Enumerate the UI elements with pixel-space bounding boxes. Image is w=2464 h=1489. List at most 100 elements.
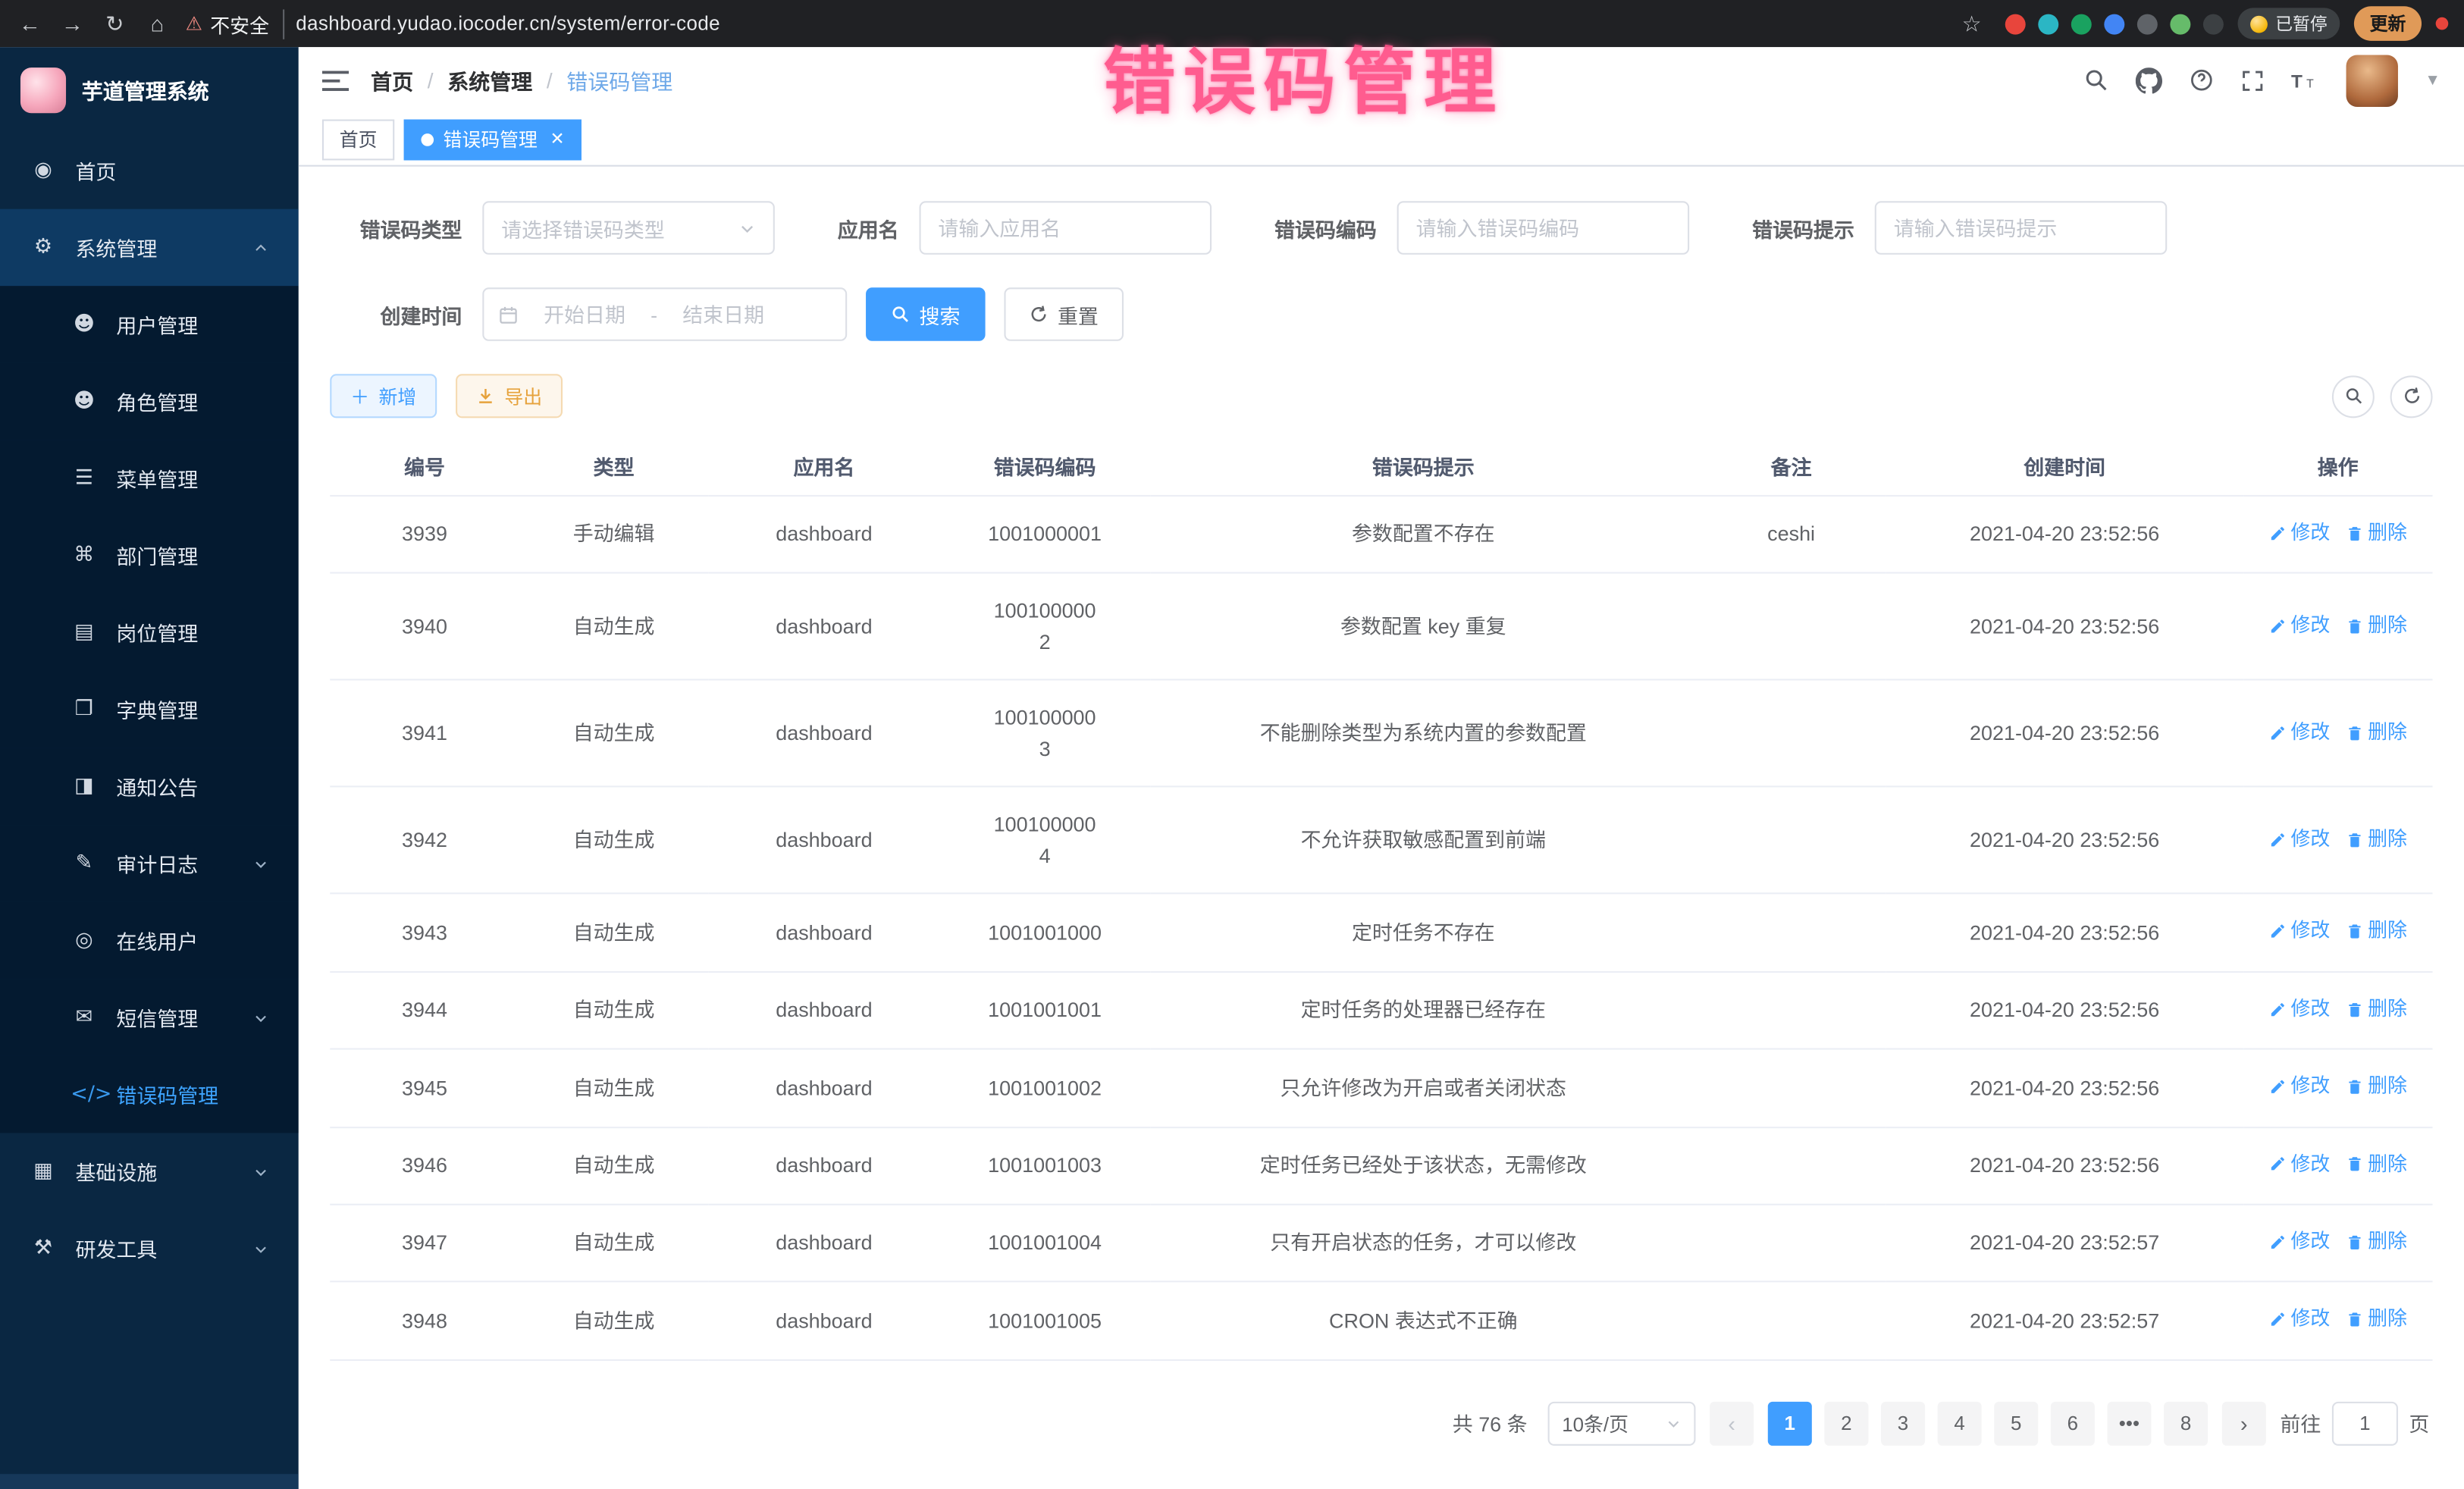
export-button[interactable]: 导出	[456, 374, 563, 418]
browser-extension-icon[interactable]	[2104, 14, 2124, 34]
page-button-2[interactable]: 2	[1824, 1401, 1868, 1445]
tab-home[interactable]: 首页	[322, 118, 394, 159]
close-icon[interactable]: ✕	[550, 129, 565, 149]
error-msg-input[interactable]	[1894, 216, 2149, 240]
sidebar-item-notice[interactable]: ◨通知公告	[0, 748, 299, 826]
next-page-button[interactable]: ›	[2222, 1401, 2266, 1445]
sidebar-item-user-management[interactable]: ☻用户管理	[0, 286, 299, 363]
fullscreen-icon[interactable]	[2241, 68, 2265, 92]
paused-badge[interactable]: 已暂停	[2238, 8, 2340, 39]
github-icon[interactable]	[2136, 67, 2162, 93]
app-name-input[interactable]	[938, 216, 1193, 240]
edit-link[interactable]: 修改	[2268, 1305, 2330, 1334]
page-button-8[interactable]: 8	[2164, 1401, 2208, 1445]
user-avatar[interactable]	[2346, 55, 2398, 106]
sidebar-item-dict-management[interactable]: ❐字典管理	[0, 671, 299, 748]
page-button-6[interactable]: 6	[2051, 1401, 2095, 1445]
delete-link[interactable]: 删除	[2346, 1227, 2407, 1257]
sidebar-item-infrastructure[interactable]: ▦基础设施	[0, 1133, 299, 1210]
search-icon[interactable]	[2084, 67, 2109, 92]
edit-link[interactable]: 修改	[2268, 917, 2330, 946]
refresh-table-button[interactable]	[2390, 375, 2433, 417]
sidebar-collapse-bar[interactable]	[0, 1474, 299, 1489]
add-button[interactable]: ＋新增	[330, 374, 437, 418]
end-date-input[interactable]	[667, 303, 780, 326]
page-button-3[interactable]: 3	[1881, 1401, 1925, 1445]
delete-link[interactable]: 删除	[2346, 611, 2407, 641]
dashboard-icon: ◉	[30, 158, 56, 182]
help-icon[interactable]	[2189, 67, 2214, 92]
address-bar[interactable]: ⚠不安全 dashboard.yudao.iocoder.cn/system/e…	[186, 8, 1982, 38]
page-button-4[interactable]: 4	[1938, 1401, 1982, 1445]
goto-page-input[interactable]	[2332, 1401, 2398, 1445]
edit-link[interactable]: 修改	[2268, 995, 2330, 1024]
edit-link[interactable]: 修改	[2268, 611, 2330, 641]
delete-link[interactable]: 删除	[2346, 995, 2407, 1024]
browser-extension-icon[interactable]	[2038, 14, 2058, 34]
delete-link[interactable]: 删除	[2346, 519, 2407, 548]
browser-extension-icon[interactable]	[2170, 14, 2190, 34]
delete-link[interactable]: 删除	[2346, 1149, 2407, 1179]
toggle-search-button[interactable]	[2332, 375, 2375, 417]
search-button[interactable]: 搜索	[866, 287, 986, 340]
page-size-select[interactable]: 10条/页	[1548, 1401, 1696, 1445]
sidebar-item-role-management[interactable]: ☻角色管理	[0, 363, 299, 440]
error-code-input[interactable]	[1416, 216, 1671, 240]
back-icon[interactable]: ←	[16, 11, 44, 36]
prev-page-button[interactable]: ‹	[1710, 1401, 1754, 1445]
logo[interactable]: 芋道管理系统	[0, 47, 299, 132]
book-icon: ❐	[71, 697, 97, 721]
reset-button[interactable]: 重置	[1004, 287, 1124, 340]
home-icon[interactable]: ⌂	[143, 11, 171, 36]
puzzle-extension-icon[interactable]	[2203, 14, 2224, 34]
page-button-1[interactable]: 1	[1768, 1401, 1812, 1445]
page-content: 错误码类型 请选择错误码类型 应用名 错误码编码	[299, 167, 2464, 1489]
start-date-input[interactable]	[528, 303, 641, 326]
cell-app: dashboard	[708, 971, 939, 1049]
delete-link[interactable]: 删除	[2346, 1072, 2407, 1102]
hamburger-icon[interactable]	[322, 68, 349, 92]
sidebar-item-home[interactable]: ◉首页	[0, 132, 299, 209]
font-size-icon[interactable]: TT	[2291, 68, 2319, 92]
browser-extension-icon[interactable]	[2071, 14, 2092, 34]
browser-extension-icon[interactable]	[2137, 14, 2158, 34]
delete-link[interactable]: 删除	[2346, 718, 2407, 748]
notification-dot	[2436, 17, 2449, 30]
delete-link[interactable]: 删除	[2346, 1305, 2407, 1334]
sidebar-item-online-users[interactable]: ◎在线用户	[0, 902, 299, 980]
more-pages-button[interactable]: •••	[2107, 1401, 2151, 1445]
sidebar-item-menu-management[interactable]: ☰菜单管理	[0, 440, 299, 517]
sidebar-item-dev-tools[interactable]: ⚒研发工具	[0, 1210, 299, 1287]
sidebar-item-system-management[interactable]: ⚙系统管理	[0, 209, 299, 287]
update-button[interactable]: 更新	[2354, 6, 2422, 41]
date-range-picker[interactable]: -	[482, 287, 847, 340]
breadcrumb-item[interactable]: 首页	[371, 64, 413, 96]
reload-icon[interactable]: ↻	[101, 10, 129, 36]
forward-icon[interactable]: →	[58, 11, 86, 36]
edit-link[interactable]: 修改	[2268, 1072, 2330, 1102]
url-text[interactable]: dashboard.yudao.iocoder.cn/system/error-…	[296, 13, 720, 35]
edit-link[interactable]: 修改	[2268, 825, 2330, 854]
filter-row-2: 创建时间 - 搜索 重置	[330, 287, 2432, 340]
delete-link[interactable]: 删除	[2346, 917, 2407, 946]
sidebar-item-audit-log[interactable]: ✎审计日志	[0, 825, 299, 902]
edit-link[interactable]: 修改	[2268, 718, 2330, 748]
sidebar-item-dept-management[interactable]: ⌘部门管理	[0, 517, 299, 594]
delete-link[interactable]: 删除	[2346, 825, 2407, 854]
security-warning[interactable]: ⚠不安全	[186, 8, 285, 38]
tab-error-code[interactable]: 错误码管理✕	[404, 118, 582, 159]
badge-icon: ▤	[71, 621, 97, 644]
sidebar-item-error-code-management[interactable]: </>错误码管理	[0, 1056, 299, 1133]
edit-link[interactable]: 修改	[2268, 519, 2330, 548]
breadcrumb-item[interactable]: 系统管理	[447, 64, 532, 96]
bookmark-star-icon[interactable]: ☆	[1962, 10, 1982, 36]
sidebar-item-sms-management[interactable]: ✉短信管理	[0, 979, 299, 1056]
browser-extension-icon[interactable]	[2005, 14, 2026, 34]
edit-link[interactable]: 修改	[2268, 1149, 2330, 1179]
edit-link[interactable]: 修改	[2268, 1227, 2330, 1257]
page-button-5[interactable]: 5	[1994, 1401, 2038, 1445]
chevron-down-icon[interactable]: ▼	[2425, 71, 2440, 89]
cell-time: 2021-04-20 23:52:56	[1886, 573, 2243, 680]
sidebar-item-post-management[interactable]: ▤岗位管理	[0, 594, 299, 671]
error-type-select[interactable]: 请选择错误码类型	[482, 201, 775, 254]
